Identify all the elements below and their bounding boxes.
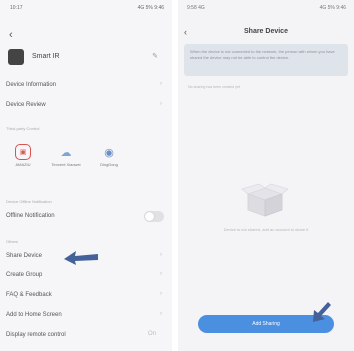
third-party-shortcuts: ▣ AMAZIU ☁ Tencent Xiaowei ◉ DingDong — [8, 144, 158, 194]
empty-state-text: Device is not shared, add an account to … — [223, 227, 309, 232]
create-group-row[interactable]: Create Group › — [6, 269, 166, 283]
add-home-screen-row[interactable]: Add to Home Screen › — [6, 309, 166, 323]
cloud-icon: ☁ — [60, 146, 72, 159]
create-group-label: Create Group — [6, 272, 43, 278]
shortcut-label: DingDong — [100, 162, 118, 167]
offline-section-header: Device Offline Notification — [6, 199, 52, 204]
status-indicators: 4G 5% 9:46 — [319, 5, 346, 11]
faq-feedback-row[interactable]: FAQ & Feedback › — [6, 289, 166, 303]
page-title: Share Device — [244, 28, 288, 35]
third-party-section-header: Third-party Control — [6, 126, 40, 131]
offline-notification-toggle[interactable] — [144, 211, 164, 222]
network-notice-banner: When the device is not connected to the … — [184, 44, 348, 76]
device-name: Smart IR — [32, 53, 60, 60]
annotation-arrow-icon — [313, 302, 331, 322]
chevron-right-icon: › — [160, 101, 162, 107]
shortcut-dingdong[interactable]: ◉ DingDong — [94, 144, 124, 168]
annotation-arrow-icon — [64, 251, 98, 265]
shortcut-label: Tencent Xiaowei — [51, 162, 81, 167]
display-remote-control-row[interactable]: Display remote control On — [6, 329, 166, 343]
status-indicators: 4G 5% 9:46 — [137, 5, 164, 11]
remote-icon: ▣ — [15, 144, 31, 160]
share-device-screen: 9:58 4G 4G 5% 9:46 ‹ Share Device When t… — [178, 0, 354, 351]
device-review-row[interactable]: Device Review › — [6, 99, 166, 113]
edit-pencil-icon[interactable]: ✎ — [152, 52, 158, 60]
offline-notification-label: Offline Notification — [6, 213, 55, 219]
device-information-row[interactable]: Device Information › — [6, 79, 166, 93]
chevron-right-icon: › — [160, 271, 162, 277]
shortcut-tencent-xiaowei[interactable]: ☁ Tencent Xiaowei — [51, 144, 81, 168]
device-review-label: Device Review — [6, 102, 46, 108]
shortcut-amaziu[interactable]: ▣ AMAZIU — [8, 144, 38, 168]
device-header[interactable]: Smart IR ✎ — [8, 49, 166, 67]
empty-hint: No sharing has been created yet — [188, 85, 240, 89]
dingdong-icon: ◉ — [104, 146, 114, 159]
chevron-right-icon: › — [160, 81, 162, 87]
status-time: 9:58 4G — [187, 5, 205, 11]
back-chevron-icon[interactable]: ‹ — [9, 30, 13, 41]
screenshot-composite: 10:17 4G 5% 9:46 ‹ Smart IR ✎ Device Inf… — [0, 0, 354, 351]
display-remote-control-label: Display remote control — [6, 332, 66, 338]
add-home-screen-label: Add to Home Screen — [6, 312, 62, 318]
chevron-right-icon: › — [160, 291, 162, 297]
faq-feedback-label: FAQ & Feedback — [6, 292, 52, 298]
device-information-label: Device Information — [6, 82, 57, 88]
chevron-right-icon: › — [160, 252, 162, 258]
status-time: 10:17 — [10, 5, 23, 11]
shortcut-label: AMAZIU — [15, 162, 31, 167]
offline-notification-row: Offline Notification — [6, 210, 166, 224]
share-device-label: Share Device — [6, 253, 43, 259]
display-remote-control-value: On — [147, 331, 156, 337]
device-settings-screen: 10:17 4G 5% 9:46 ‹ Smart IR ✎ Device Inf… — [0, 0, 172, 351]
others-section-header: Others — [6, 239, 19, 244]
device-thumbnail — [8, 49, 24, 65]
chevron-right-icon: › — [160, 311, 162, 317]
empty-box-illustration-icon — [241, 183, 289, 217]
